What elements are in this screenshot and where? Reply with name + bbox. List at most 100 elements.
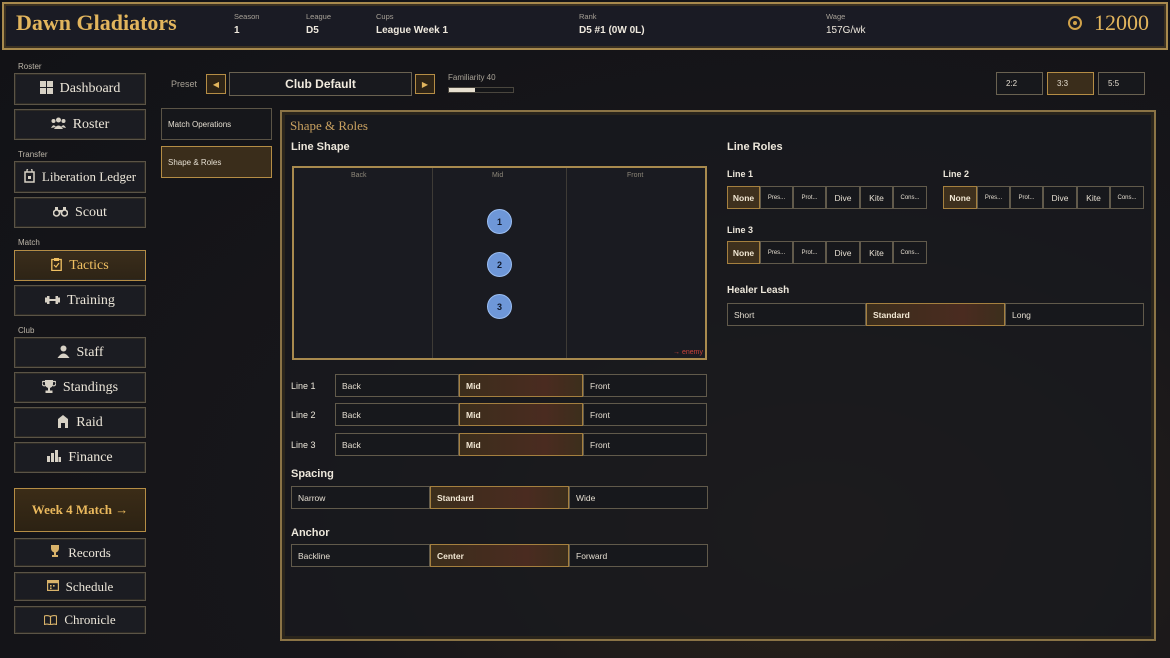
unit-marker-3[interactable]: 3 <box>487 294 512 319</box>
nav-label: Raid <box>76 414 103 430</box>
role-line-3-dive[interactable]: Dive <box>826 241 860 264</box>
panel-title: Shape & Roles <box>290 118 368 133</box>
role-line-1-kite[interactable]: Kite <box>860 186 893 209</box>
ledger-icon <box>24 166 35 186</box>
role-line-1-dive[interactable]: Dive <box>826 186 860 209</box>
role-line-2-protect[interactable]: Prot... <box>1010 186 1043 209</box>
wage-label: Wage <box>826 12 846 21</box>
spacing-standard[interactable]: Standard <box>430 486 569 509</box>
nav-liberation-ledger[interactable]: Liberation Ledger <box>14 161 146 193</box>
role-line-3-none[interactable]: None <box>727 241 760 264</box>
nav-standings[interactable]: Standings <box>14 372 146 403</box>
role-line-3-conserve[interactable]: Cons... <box>893 241 927 264</box>
line-shape-field: Back Mid Front 1 2 3 → enemy <box>292 166 707 360</box>
healer-leash-standard[interactable]: Standard <box>866 303 1005 326</box>
section-match: Match <box>18 238 40 247</box>
role-line-2-conserve[interactable]: Cons... <box>1110 186 1144 209</box>
nav-scout[interactable]: Scout <box>14 197 146 228</box>
role-line-1-protect[interactable]: Prot... <box>793 186 826 209</box>
cups-value: League Week 1 <box>376 25 449 36</box>
role-line-2-label: Line 2 <box>943 169 970 179</box>
formation-size-2v2[interactable]: 2:2 <box>996 72 1043 95</box>
nav-label: Records <box>68 544 111 560</box>
role-line-1-conserve[interactable]: Cons... <box>893 186 927 209</box>
section-transfer: Transfer <box>18 150 48 159</box>
nav-records[interactable]: Records <box>14 538 146 567</box>
book-icon <box>44 613 58 628</box>
nav-chronicle[interactable]: Chronicle <box>14 606 146 634</box>
subnav-match-operations[interactable]: Match Operations <box>161 108 272 140</box>
role-line-1-none[interactable]: None <box>727 186 760 209</box>
line-2-label: Line 2 <box>291 410 316 420</box>
role-line-3-label: Line 3 <box>727 225 754 235</box>
healer-leash-long[interactable]: Long <box>1005 303 1144 326</box>
unit-marker-1[interactable]: 1 <box>487 209 512 234</box>
wage-value: 157G/wk <box>826 25 866 36</box>
caret-right-icon: ▶ <box>421 79 429 89</box>
preset-next-button[interactable]: ▶ <box>415 74 435 94</box>
nav-raid[interactable]: Raid <box>14 407 146 438</box>
zone-divider <box>432 168 433 358</box>
nav-label: Training <box>67 292 115 308</box>
league-value: D5 <box>306 25 319 36</box>
line-3-back[interactable]: Back <box>335 433 459 456</box>
rank-label: Rank <box>579 12 597 21</box>
gold-amount: 12000 <box>1094 10 1149 35</box>
formation-size-3v3[interactable]: 3:3 <box>1047 72 1094 95</box>
spacing-wide[interactable]: Wide <box>569 486 708 509</box>
role-line-2-kite[interactable]: Kite <box>1077 186 1110 209</box>
raid-icon <box>57 414 69 431</box>
preset-prev-button[interactable]: ◀ <box>206 74 226 94</box>
zone-mid-label: Mid <box>492 172 504 179</box>
subnav-shape-roles[interactable]: Shape & Roles <box>161 146 272 178</box>
section-club: Club <box>18 326 35 335</box>
gold-coin-icon <box>1068 16 1082 30</box>
nav-label: Tactics <box>69 257 109 273</box>
role-line-3-press[interactable]: Pres... <box>760 241 793 264</box>
nav-finance[interactable]: Finance <box>14 442 146 473</box>
anchor-center[interactable]: Center <box>430 544 569 567</box>
unit-marker-2[interactable]: 2 <box>487 252 512 277</box>
line-3-mid[interactable]: Mid <box>459 433 583 456</box>
nav-label: Staff <box>76 344 104 360</box>
nav-dashboard[interactable]: Dashboard <box>14 73 146 105</box>
role-line-3-kite[interactable]: Kite <box>860 241 893 264</box>
line-1-mid[interactable]: Mid <box>459 374 583 397</box>
nav-label: Finance <box>68 449 113 465</box>
line-2-front[interactable]: Front <box>583 403 707 426</box>
role-line-2-none[interactable]: None <box>943 186 977 209</box>
line-3-front[interactable]: Front <box>583 433 707 456</box>
section-roster: Roster <box>18 62 42 71</box>
anchor-heading: Anchor <box>291 527 330 539</box>
role-line-1-label: Line 1 <box>727 169 754 179</box>
staff-icon <box>57 345 70 361</box>
preset-label: Preset <box>171 79 198 89</box>
nav-tactics[interactable]: Tactics <box>14 250 146 281</box>
enemy-direction-label: → enemy <box>673 349 703 356</box>
spacing-heading: Spacing <box>291 468 334 480</box>
week-match-button[interactable]: Week 4 Match → <box>14 488 146 532</box>
role-line-3-protect[interactable]: Prot... <box>793 241 826 264</box>
anchor-backline[interactable]: Backline <box>291 544 430 567</box>
role-line-1-press[interactable]: Pres... <box>760 186 793 209</box>
nav-staff[interactable]: Staff <box>14 337 146 368</box>
familiarity-fill <box>449 88 475 92</box>
nav-training[interactable]: Training <box>14 285 146 316</box>
spacing-narrow[interactable]: Narrow <box>291 486 430 509</box>
role-line-2-press[interactable]: Pres... <box>977 186 1010 209</box>
nav-schedule[interactable]: Schedule <box>14 572 146 601</box>
preset-name[interactable]: Club Default <box>229 72 412 96</box>
formation-size-5v5[interactable]: 5:5 <box>1098 72 1145 95</box>
anchor-forward[interactable]: Forward <box>569 544 708 567</box>
line-2-back[interactable]: Back <box>335 403 459 426</box>
nav-roster[interactable]: Roster <box>14 109 146 140</box>
role-line-2-dive[interactable]: Dive <box>1043 186 1077 209</box>
line-shape-heading: Line Shape <box>291 141 350 153</box>
line-1-back[interactable]: Back <box>335 374 459 397</box>
line-1-front[interactable]: Front <box>583 374 707 397</box>
healer-leash-short[interactable]: Short <box>727 303 866 326</box>
nav-label: Standings <box>62 379 119 395</box>
caret-left-icon: ◀ <box>212 79 220 89</box>
rank-value: D5 #1 (0W 0L) <box>579 25 645 36</box>
line-2-mid[interactable]: Mid <box>459 403 583 426</box>
